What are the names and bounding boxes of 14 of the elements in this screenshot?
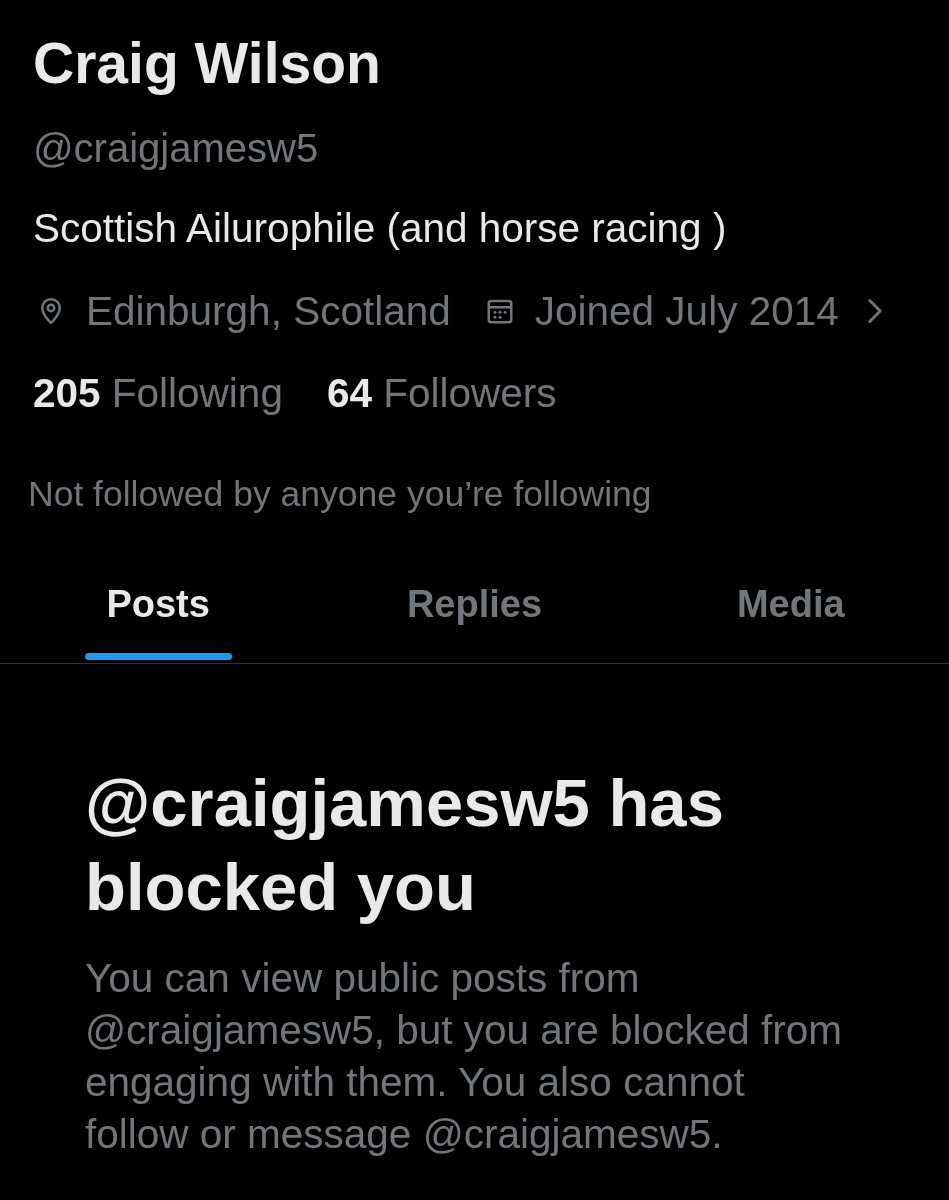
blocked-message: You can view public posts from @craigjamesw5, but you are blocked from engaging with them. You also cannot follow or message @craigjamesw5. (85, 954, 843, 1159)
profile-tab[interactable]: Media (632, 560, 949, 663)
username: @craigjamesw5 (33, 125, 320, 172)
profile-tab[interactable]: Replies (316, 560, 633, 663)
stat-link[interactable]: 205 Following (33, 369, 283, 417)
display-name: Craig Wilson (33, 31, 382, 95)
location-text: Edinburgh, Scotland (86, 287, 451, 335)
blocked-heading: @craigjamesw5 has blocked you (85, 764, 725, 926)
chevron-right-icon[interactable] (866, 298, 883, 324)
bio-text: Scottish Ailurophile (and horse racing ) (33, 204, 728, 252)
profile-tab[interactable]: Posts (0, 560, 317, 663)
joined-date-text: Joined July 2014 (534, 287, 839, 335)
followers-note: Not followed by anyone you’re following (28, 473, 653, 516)
stat-link[interactable]: 64 Followers (326, 369, 557, 417)
